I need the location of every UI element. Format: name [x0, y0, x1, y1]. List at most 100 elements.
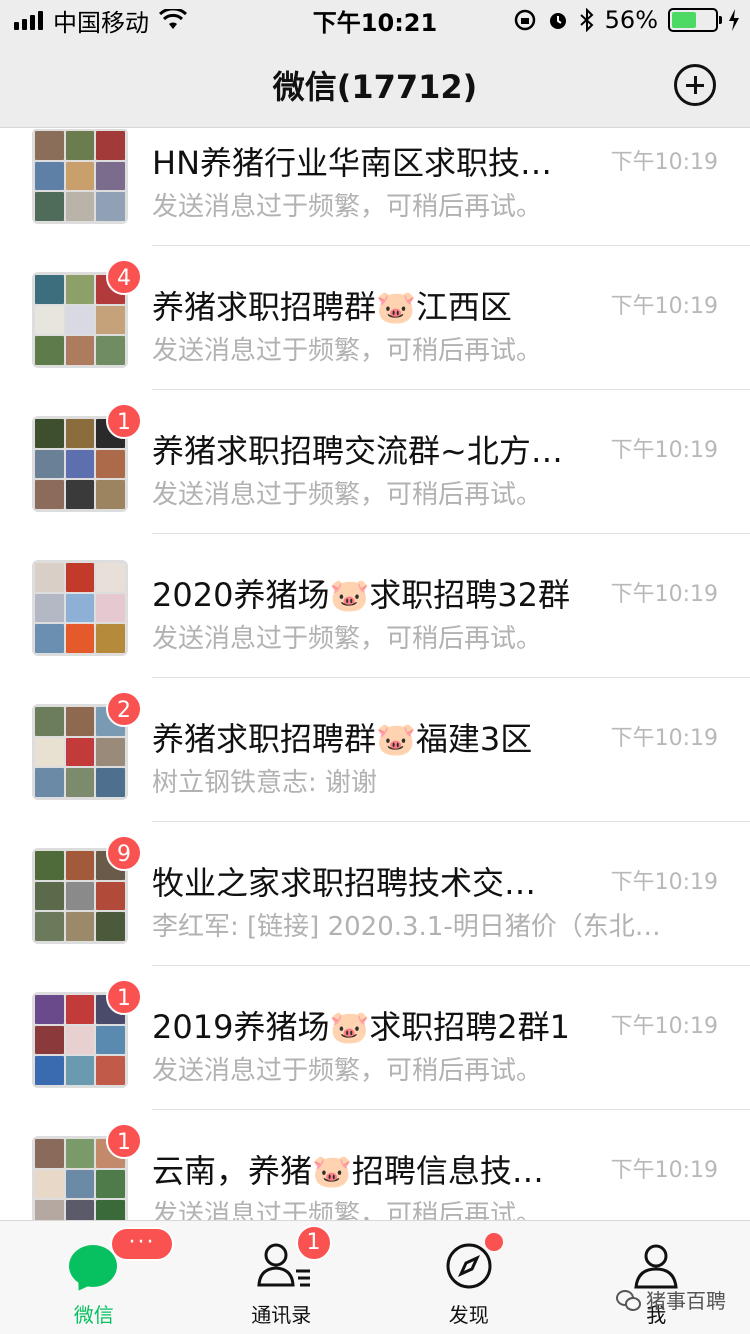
- chat-title: 养猪求职招聘群🐷福建3区: [152, 720, 533, 758]
- unread-badge: 1: [106, 979, 142, 1015]
- avatar-tile: [96, 737, 125, 767]
- chat-list[interactable]: HN养猪行业华南区求职技… 发送消息过于频繁，可稍后再试。 下午10:19 4 养猪求职…: [0, 129, 750, 1220]
- avatar-tile: [65, 419, 95, 448]
- chat-title: 养猪求职招聘群🐷江西区: [152, 288, 512, 326]
- plus-circle-icon[interactable]: [674, 64, 716, 106]
- wechat-logo-icon: [616, 1289, 641, 1311]
- chat-row[interactable]: 2 养猪求职招聘群🐷福建3区 树立钢铁意志: 谢谢 下午10:19: [0, 678, 750, 822]
- avatar-tile: [96, 305, 125, 335]
- alarm-icon: [549, 13, 566, 29]
- unread-badge: 4: [106, 259, 142, 295]
- avatar-tile: [35, 449, 64, 479]
- avatar-tile: [65, 449, 95, 479]
- chat-row[interactable]: 4 养猪求职招聘群🐷江西区 发送消息过于频繁，可稍后再试。 下午10:19: [0, 246, 750, 390]
- avatar-tile: [65, 1139, 95, 1168]
- avatar-tile: [96, 449, 125, 479]
- chat-row[interactable]: 1 养猪求职招聘交流群~北方… 发送消息过于频繁，可稍后再试。 下午10:19: [0, 390, 750, 534]
- chat-preview: 发送消息过于频繁，可稍后再试。: [152, 336, 543, 366]
- chat-title: 云南，养猪🐷招聘信息技…: [152, 1152, 544, 1190]
- chat-title: 牧业之家求职招聘技术交…: [152, 864, 537, 902]
- chat-preview: 发送消息过于频繁，可稍后再试。: [152, 480, 543, 510]
- chat-row[interactable]: 1 2019养猪场🐷求职招聘2群1 发送消息过于频繁，可稍后再试。 下午10:19: [0, 966, 750, 1110]
- avatar-tile: [35, 336, 64, 365]
- group-avatar: [32, 129, 128, 224]
- unread-badge: 2: [106, 691, 142, 727]
- avatar-tile: [96, 1200, 125, 1220]
- chat-title: 养猪求职招聘交流群~北方…: [152, 432, 563, 470]
- avatar-tile: [96, 768, 125, 797]
- chat-list-inner: HN养猪行业华南区求职技… 发送消息过于频繁，可稍后再试。 下午10:19 4 养猪求职…: [0, 129, 750, 1220]
- carrier-name: 中国移动: [53, 8, 149, 37]
- avatar-tile: [35, 593, 64, 623]
- chat-row[interactable]: HN养猪行业华南区求职技… 发送消息过于频繁，可稍后再试。 下午10:19: [0, 129, 750, 246]
- chat-time: 下午10:19: [610, 150, 718, 175]
- unread-badge: 1: [106, 403, 142, 439]
- avatar-tile: [96, 563, 125, 592]
- avatar-tile: [96, 912, 125, 941]
- avatar-tile: [35, 1025, 64, 1055]
- avatar-tile: [96, 624, 125, 653]
- page-title: 微信(17712): [272, 68, 478, 106]
- unread-badge: 1: [106, 1123, 142, 1159]
- avatar-tile: [65, 851, 95, 880]
- avatar-tile: [65, 131, 95, 160]
- avatar-tile: [35, 305, 64, 335]
- wechat-screen: 中国移动 下午10:21 56% 微信(17712) HN养猪行业华南区求职技……: [0, 0, 750, 1334]
- avatar-tile: [65, 1056, 95, 1085]
- tab-me[interactable]: 我: [563, 1221, 750, 1334]
- avatar-tile: [96, 161, 125, 191]
- chat-title: 2020养猪场🐷求职招聘32群: [152, 576, 571, 614]
- avatar-tile: [96, 881, 125, 911]
- avatar-tile: [35, 275, 64, 304]
- chat-row[interactable]: 2020养猪场🐷求职招聘32群发送消息过于频繁，可稍后再试。 下午10:19: [0, 534, 750, 678]
- avatar-tile: [35, 161, 64, 191]
- tab-contacts-badge: 1: [295, 1225, 332, 1261]
- bluetooth-icon: [579, 8, 594, 32]
- tab-contacts[interactable]: 通讯录 1: [188, 1221, 376, 1334]
- avatar-tile: [65, 593, 95, 623]
- chat-preview: 发送消息过于频繁，可稍后再试。: [152, 1056, 543, 1086]
- chat-time: 下午10:19: [610, 582, 718, 607]
- avatar-tile: [35, 131, 64, 160]
- tab-bar: 微信 ··· 通讯录 1 发现 我 猪事百聘: [0, 1220, 750, 1334]
- avatar-tile: [65, 1169, 95, 1199]
- tab-chats[interactable]: 微信 ···: [0, 1221, 188, 1334]
- avatar-tile: [65, 707, 95, 736]
- chat-time: 下午10:19: [610, 870, 718, 895]
- avatar-tile: [65, 768, 95, 797]
- avatar-tile: [65, 624, 95, 653]
- avatar-tile: [35, 737, 64, 767]
- avatar-tile: [35, 563, 64, 592]
- chat-preview: 发送消息过于频繁，可稍后再试。: [152, 624, 543, 654]
- avatar-tile: [35, 1169, 64, 1199]
- nav-bar: 微信(17712): [0, 40, 750, 128]
- tab-discover[interactable]: 发现: [375, 1221, 563, 1334]
- avatar-tile: [35, 192, 64, 221]
- tab-chats-label: 微信: [73, 1303, 114, 1327]
- avatar-tile: [35, 995, 64, 1024]
- avatar-tile: [96, 1025, 125, 1055]
- chat-time: 下午10:19: [610, 1014, 718, 1039]
- chat-row[interactable]: 1 云南，养猪🐷招聘信息技… 发送消息过于频繁，可稍后再试。 下午10:19: [0, 1110, 750, 1220]
- avatar-tile: [35, 480, 64, 509]
- tab-discover-dot: [485, 1233, 503, 1251]
- status-right: 56%: [513, 6, 740, 34]
- chat-time: 下午10:19: [610, 1158, 718, 1183]
- avatar-tile: [35, 624, 64, 653]
- status-bar: 中国移动 下午10:21 56%: [0, 0, 750, 40]
- avatar-tile: [65, 161, 95, 191]
- tab-discover-label: 发现: [448, 1303, 489, 1327]
- chat-row[interactable]: 9 牧业之家求职招聘技术交… 李红军: [链接] 2020.3.1-明日猪价（东北……: [0, 822, 750, 966]
- avatar-tile: [96, 1169, 125, 1199]
- avatar-tile: [65, 192, 95, 221]
- avatar-tile: [65, 1025, 95, 1055]
- avatar-tile: [35, 1139, 64, 1168]
- status-left: 中国移动: [14, 3, 274, 38]
- avatar-tile: [65, 881, 95, 911]
- tab-contacts-label: 通讯录: [251, 1303, 312, 1327]
- avatar-tile: [65, 305, 95, 335]
- avatar-tile: [35, 912, 64, 941]
- chat-preview: 发送消息过于频繁，可稍后再试。: [152, 1200, 543, 1220]
- chat-preview: 李红军: [链接] 2020.3.1-明日猪价（东北…: [152, 912, 661, 942]
- charging-icon: [729, 9, 739, 31]
